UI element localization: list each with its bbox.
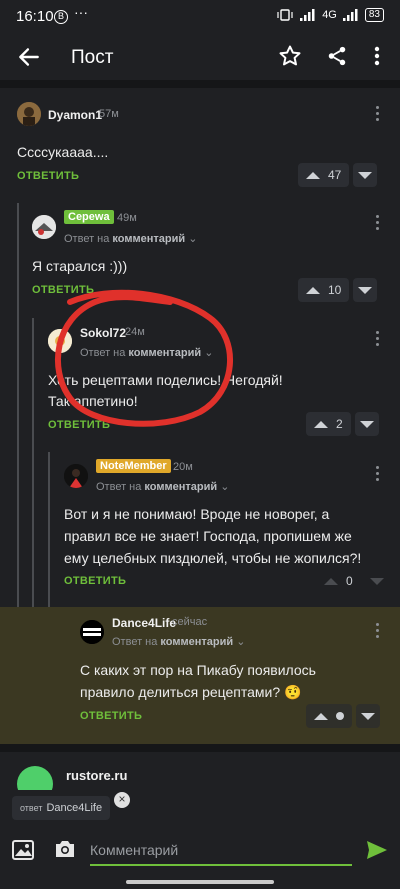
comment-text-line: ему целебных пиздюлей, чтобы не жопился?…	[64, 550, 362, 566]
arrow-up-icon	[314, 712, 328, 720]
ad-domain: rustore.ru	[66, 768, 128, 783]
chip-prefix: ответ	[20, 803, 43, 813]
reply-to-target: комментарий	[160, 636, 234, 648]
comment-text-line: правил все не знает! Господа, пропишем ж…	[64, 528, 352, 544]
comment-composer: ответ Dance4Life ×	[0, 790, 400, 889]
downvote-button[interactable]	[365, 569, 389, 593]
divider	[0, 744, 400, 752]
reply-to-prefix: Ответ на	[96, 481, 142, 493]
close-icon[interactable]: ×	[114, 792, 130, 808]
replying-to-chip: ответ Dance4Life ×	[12, 792, 130, 820]
arrow-down-icon	[369, 577, 384, 585]
avatar-image	[64, 464, 88, 488]
avatar-image	[80, 620, 104, 644]
chip-user: Dance4Life	[46, 802, 103, 814]
comment-text-line: правило делиться рецептами? 🤨	[80, 684, 302, 700]
downvote-button[interactable]	[356, 704, 380, 728]
arrow-down-icon	[361, 712, 375, 720]
send-icon[interactable]	[366, 840, 388, 860]
comment-time: 20м	[173, 461, 193, 473]
reply-to-label[interactable]: Ответ на комментарий ⌄	[112, 635, 245, 648]
vote-control	[306, 704, 380, 728]
comment-text-line: Вот и я не понимаю! Вроде не новорег, а	[64, 506, 330, 522]
vote-control: 0	[316, 569, 389, 593]
input-row	[0, 836, 400, 870]
comment-input[interactable]	[90, 836, 352, 866]
reply-to-label[interactable]: Ответ на комментарий ⌄	[96, 480, 229, 493]
reply-button[interactable]: ОТВЕТИТЬ	[80, 710, 142, 722]
image-icon[interactable]	[12, 840, 34, 860]
camera-icon[interactable]	[54, 839, 76, 859]
reply-to-target: комментарий	[144, 481, 218, 493]
reply-button[interactable]: ОТВЕТИТЬ	[64, 575, 126, 587]
upvote-button[interactable]: 0	[316, 569, 361, 593]
chevron-down-icon: ⌄	[220, 481, 230, 493]
vote-count: 0	[346, 574, 353, 588]
avatar[interactable]	[64, 464, 88, 488]
comment-time: сейчас	[172, 616, 208, 628]
comment-menu-icon[interactable]	[376, 466, 380, 482]
reply-to-prefix: Ответ на	[112, 636, 158, 648]
comment-menu-icon[interactable]	[376, 623, 380, 639]
vote-loading-dot	[336, 712, 344, 720]
red-circle-annotation	[55, 289, 233, 427]
chevron-down-icon: ⌄	[236, 636, 246, 648]
comment-text-line: С каких эт пор на Пикабу появилось	[80, 662, 316, 678]
upvote-button[interactable]	[306, 704, 352, 728]
avatar[interactable]	[80, 620, 104, 644]
username-tag[interactable]: NoteMember	[96, 459, 171, 473]
home-indicator	[126, 880, 274, 884]
username[interactable]: Dance4Life	[112, 616, 176, 630]
arrow-up-icon	[324, 577, 338, 585]
